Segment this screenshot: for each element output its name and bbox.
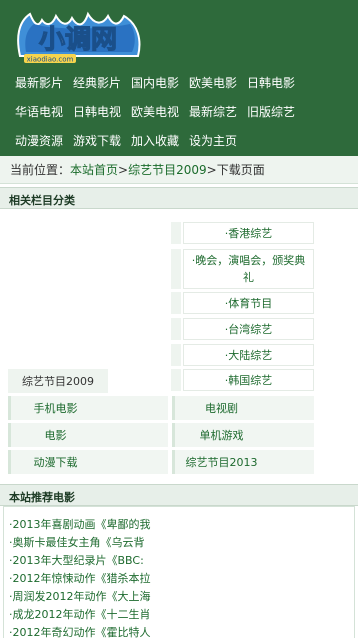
category-variety-2013[interactable]: 综艺节目2013	[172, 450, 268, 474]
category-tv-series[interactable]: 电视剧	[172, 396, 268, 420]
list-item[interactable]: ·2012年奇幻动作《霍比特人	[9, 624, 349, 638]
nav-old-variety[interactable]: 旧版综艺	[247, 103, 295, 120]
list-item[interactable]: ·2012年惊悚动作《猎杀本拉	[9, 570, 349, 588]
site-logo[interactable]: 小调网 xiaodiao.com	[12, 8, 148, 66]
list-item[interactable]: ·2013年大型纪录片《BBC:	[9, 552, 349, 570]
nav-western-tv[interactable]: 欧美电视	[131, 103, 179, 120]
list-item[interactable]: ·奥斯卡最佳女主角《乌云背	[9, 534, 349, 552]
subitem-marker	[171, 249, 181, 289]
list-item[interactable]: ·2013年喜剧动画《卑鄙的我	[9, 516, 349, 534]
nav-latest-movies[interactable]: 最新影片	[15, 74, 63, 91]
breadcrumb: 当前位置：本站首页>综艺节目2009>下载页面	[0, 156, 358, 184]
logo-url-text: xiaodiao.com	[27, 56, 74, 64]
breadcrumb-separator: >	[206, 163, 217, 177]
parent-category-variety-2009[interactable]: 综艺节目2009	[8, 369, 108, 393]
category-mobile-movies[interactable]: 手机电影	[8, 396, 100, 420]
nav-anime[interactable]: 动漫资源	[15, 132, 63, 149]
nav-add-favorite[interactable]: 加入收藏	[131, 132, 179, 149]
site-header: 小调网 xiaodiao.com 最新影片 经典影片 国内电影 欧美电影 日韩电…	[0, 0, 358, 156]
breadcrumb-home[interactable]: 本站首页	[70, 163, 118, 177]
subcategory-hk-variety[interactable]: ·香港综艺	[183, 222, 314, 244]
nav-games[interactable]: 游戏下载	[73, 132, 121, 149]
nav-jpkr-movies[interactable]: 日韩电影	[247, 74, 295, 91]
subitem-marker	[171, 369, 181, 391]
section-header-related: 相关栏目分类	[0, 187, 358, 209]
nav-row-3: 动漫资源 游戏下载 加入收藏 设为主页	[0, 132, 358, 152]
subcategory-tw-variety[interactable]: ·台湾综艺	[183, 318, 314, 340]
nav-set-homepage[interactable]: 设为主页	[189, 132, 237, 149]
logo-text: 小调网	[39, 25, 117, 55]
subcategory-kr-variety[interactable]: ·韩国综艺	[183, 369, 314, 391]
nav-chinese-tv[interactable]: 华语电视	[15, 103, 63, 120]
nav-row-1: 最新影片 经典影片 国内电影 欧美电影 日韩电影	[0, 74, 358, 94]
breadcrumb-separator: >	[118, 163, 129, 177]
subitem-marker	[171, 344, 181, 366]
category-anime-download[interactable]: 动漫下载	[8, 450, 100, 474]
nav-jpkr-tv[interactable]: 日韩电视	[73, 103, 121, 120]
subitem-marker	[171, 292, 181, 314]
breadcrumb-current: 下载页面	[216, 163, 265, 177]
nav-latest-variety[interactable]: 最新综艺	[189, 103, 237, 120]
subcategory-mainland-variety[interactable]: ·大陆综艺	[183, 344, 314, 366]
category-pc-games[interactable]: 单机游戏	[172, 423, 268, 447]
breadcrumb-prefix: 当前位置：	[10, 163, 71, 177]
subitem-marker	[171, 222, 181, 244]
category-movies[interactable]: 电影	[8, 423, 100, 447]
subitem-marker	[171, 318, 181, 340]
section-header-recommend: 本站推荐电影	[0, 484, 358, 506]
subcategory-sports[interactable]: ·体育节目	[183, 292, 314, 314]
nav-domestic-movies[interactable]: 国内电影	[131, 74, 179, 91]
recommend-list: ·2013年喜剧动画《卑鄙的我 ·奥斯卡最佳女主角《乌云背 ·2013年大型纪录…	[9, 516, 349, 638]
nav-classic-movies[interactable]: 经典影片	[73, 74, 121, 91]
nav-row-2: 华语电视 日韩电视 欧美电视 最新综艺 旧版综艺	[0, 103, 358, 123]
subcategory-gala-concert[interactable]: ·晚会，演唱会，颁奖典礼	[183, 249, 314, 289]
list-item[interactable]: ·成龙2012年动作《十二生肖	[9, 606, 349, 624]
list-item[interactable]: ·周润发2012年动作《大上海	[9, 588, 349, 606]
nav-western-movies[interactable]: 欧美电影	[189, 74, 237, 91]
breadcrumb-section[interactable]: 综艺节目2009	[128, 163, 207, 177]
